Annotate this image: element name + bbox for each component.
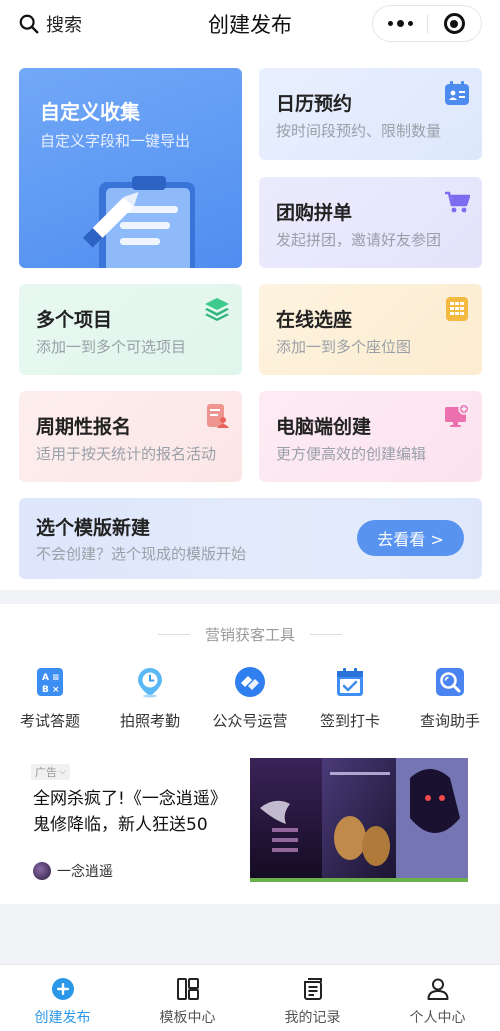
search-assistant-icon <box>436 668 464 696</box>
target-icon <box>443 13 465 34</box>
card-pc-create[interactable]: 电脑端创建 更方便高效的创建编辑 <box>259 391 482 482</box>
official-account-icon <box>235 667 265 697</box>
card-title: 多个项目 <box>36 309 113 331</box>
plus-circle-icon <box>51 978 74 1000</box>
card-subtitle: 添加一到多个可选项目 <box>36 338 187 356</box>
tool-label: 公众号运营 <box>212 712 288 730</box>
tab-create[interactable]: 创建发布 <box>0 965 125 1031</box>
card-subtitle: 适用于按天统计的报名活动 <box>36 445 217 463</box>
checkin-calendar-icon <box>337 668 363 696</box>
card-calendar-booking[interactable]: 日历预约 按时间段预约、限制数量 <box>259 68 482 160</box>
tool-query-assistant[interactable]: 查询助手 <box>400 666 500 731</box>
tab-profile[interactable]: 个人中心 <box>375 965 500 1031</box>
marketing-section: 营销获客工具 A ≡ B × 考试答题 拍照考勤 公众号运营 签到打卡 查询助手… <box>0 604 500 904</box>
card-title: 日历预约 <box>276 93 353 115</box>
more-dots-icon <box>387 21 393 26</box>
clipboard-pen-icon <box>82 176 195 268</box>
ad-author[interactable]: 一念逍遥 <box>33 861 113 881</box>
card-title: 在线选座 <box>276 309 353 331</box>
records-icon <box>303 978 322 1000</box>
card-title: 周期性报名 <box>36 416 132 438</box>
form-user-icon <box>207 404 229 428</box>
ad-image[interactable] <box>250 758 468 882</box>
tool-official-account[interactable]: 公众号运营 <box>200 666 300 731</box>
tab-label: 个人中心 <box>409 1010 466 1026</box>
more-menu-button[interactable] <box>373 6 427 41</box>
template-icon <box>176 978 199 1000</box>
avatar <box>33 862 51 880</box>
tool-label: 考试答题 <box>19 712 80 730</box>
tool-label: 签到打卡 <box>319 712 380 730</box>
game-poster-image <box>250 758 468 882</box>
section-divider-right <box>310 634 342 635</box>
user-icon <box>427 978 448 1000</box>
search-button[interactable]: 搜索 <box>18 11 82 37</box>
card-subtitle: 添加一到多个座位图 <box>276 338 412 356</box>
card-online-seat[interactable]: 在线选座 添加一到多个座位图 <box>259 284 482 375</box>
svg-text:≡: ≡ <box>52 673 60 683</box>
ad-tag[interactable]: 广告 ⌵ <box>31 764 70 780</box>
ad-text[interactable]: 全网杀疯了!《一念逍遥》鬼修降临，新人狂送50 <box>33 786 243 838</box>
close-mini-program-button[interactable] <box>428 6 481 41</box>
tool-checkin[interactable]: 签到打卡 <box>300 666 400 731</box>
tab-label: 模板中心 <box>159 1010 216 1026</box>
tab-label: 创建发布 <box>34 1010 91 1026</box>
card-title: 自定义收集 <box>40 100 140 124</box>
card-title: 团购拼单 <box>276 202 353 224</box>
card-subtitle: 发起拼团，邀请好友参团 <box>276 231 442 249</box>
chevron-down-icon: ⌵ <box>59 767 66 777</box>
card-title: 选个模版新建 <box>36 517 151 539</box>
svg-text:×: × <box>52 685 60 695</box>
layers-icon <box>205 298 229 321</box>
tab-my-records[interactable]: 我的记录 <box>250 965 375 1031</box>
card-periodic-signup[interactable]: 周期性报名 适用于按天统计的报名活动 <box>19 391 242 482</box>
search-label: 搜索 <box>46 15 82 36</box>
view-templates-button[interactable]: 去看看 > <box>357 520 464 556</box>
card-subtitle: 自定义字段和一键导出 <box>40 132 191 150</box>
tool-photo-attendance[interactable]: 拍照考勤 <box>100 666 200 731</box>
monitor-add-icon <box>445 403 470 427</box>
search-icon <box>19 14 39 34</box>
tool-list: A ≡ B × 考试答题 拍照考勤 公众号运营 签到打卡 查询助手 <box>0 666 500 731</box>
svg-text:B: B <box>42 685 49 695</box>
exam-icon: A ≡ B × <box>37 668 63 696</box>
card-group-buy[interactable]: 团购拼单 发起拼团，邀请好友参团 <box>259 177 482 268</box>
ad-tag-label: 广告 <box>35 766 57 779</box>
card-title: 电脑端创建 <box>276 416 372 438</box>
top-header: 搜索 创建发布 <box>0 0 500 48</box>
card-subtitle: 按时间段预约、限制数量 <box>276 122 442 140</box>
shopping-cart-icon <box>445 191 470 213</box>
tool-label: 拍照考勤 <box>119 712 180 730</box>
tool-exam[interactable]: A ≡ B × 考试答题 <box>0 666 100 731</box>
card-custom-collection[interactable]: 自定义收集 自定义字段和一键导出 <box>19 68 242 268</box>
mini-program-capsule <box>372 5 482 42</box>
location-clock-icon <box>138 668 162 698</box>
tool-label: 查询助手 <box>419 712 480 730</box>
ad-author-name: 一念逍遥 <box>57 864 113 880</box>
svg-text:A: A <box>42 673 49 683</box>
bottom-tab-bar: 创建发布 模板中心 我的记录 个人中心 <box>0 964 500 1031</box>
section-title: 营销获客工具 <box>204 626 295 644</box>
tab-label: 我的记录 <box>284 1010 341 1026</box>
card-multiple-items[interactable]: 多个项目 添加一到多个可选项目 <box>19 284 242 375</box>
seat-map-icon <box>446 297 468 321</box>
calendar-icon <box>445 81 469 105</box>
card-subtitle: 更方便高效的创建编辑 <box>276 445 427 463</box>
card-subtitle: 不会创建？选个现成的模版开始 <box>36 545 247 563</box>
tab-template-center[interactable]: 模板中心 <box>125 965 250 1031</box>
